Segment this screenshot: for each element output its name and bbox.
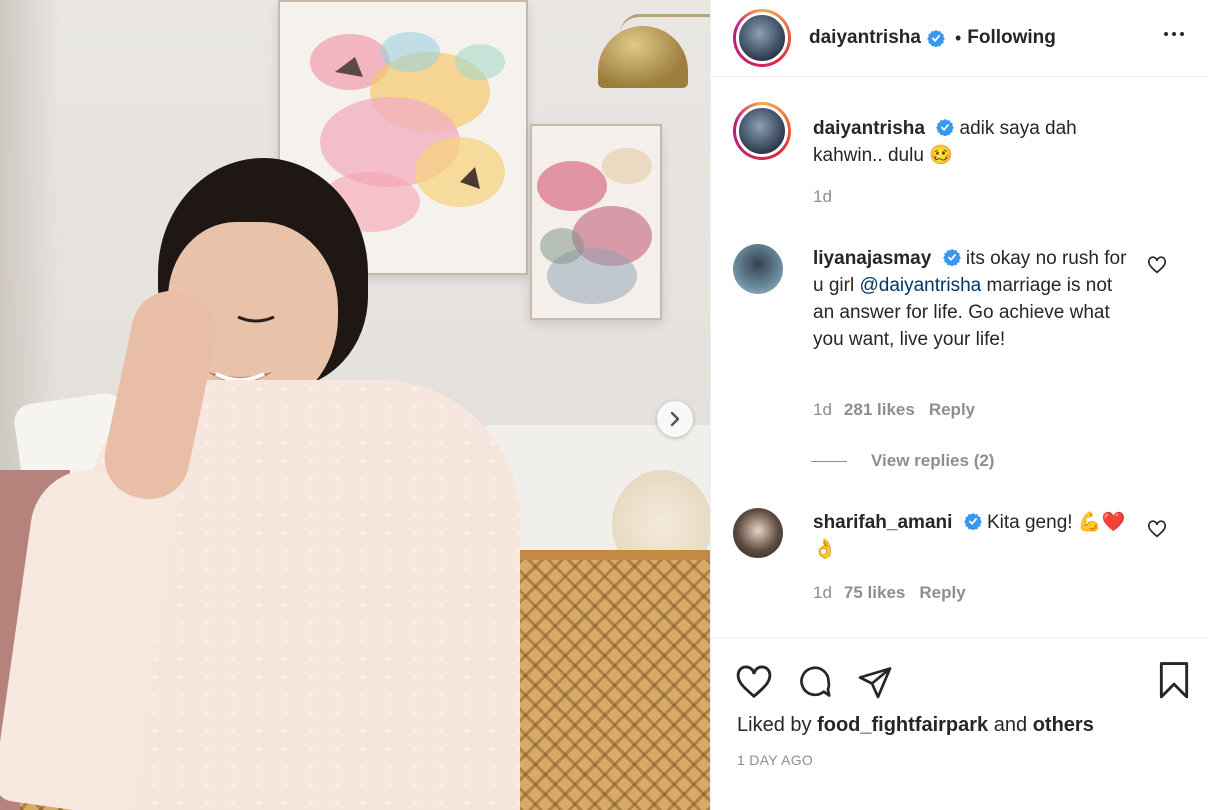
post-photo (0, 0, 710, 810)
verified-icon (942, 248, 961, 266)
save-button[interactable] (1157, 662, 1191, 705)
comment-text: liyanajasmay its okay no rush for u girl… (813, 245, 1138, 353)
comment-age: 1d (813, 583, 832, 602)
replies-line (811, 461, 847, 463)
lamp (598, 26, 688, 88)
verified-icon (927, 29, 945, 47)
post-timestamp: 1 DAY AGO (737, 752, 814, 768)
liked-by-and: and (993, 714, 1028, 736)
liked-by-prefix: Liked by (737, 714, 812, 736)
following-button[interactable]: Following (967, 27, 1056, 49)
reply-button[interactable]: Reply (929, 400, 975, 419)
liked-by-text: Liked by food_fightfairpark and others (737, 714, 1094, 737)
liked-by-others[interactable]: others (1033, 714, 1094, 736)
comment-avatar[interactable] (733, 508, 783, 558)
caption-username[interactable]: daiyantrisha (813, 118, 925, 139)
comment-icon (800, 666, 831, 697)
verified-icon (963, 512, 982, 530)
comment-meta: 1d 75 likes Reply (813, 583, 966, 603)
chevron-right-icon (670, 411, 680, 427)
comment-avatar[interactable] (733, 244, 783, 294)
view-replies-button[interactable]: View replies (2) (811, 451, 994, 471)
caption-text: daiyantrisha adik saya dah kahwin.. dulu… (813, 115, 1138, 169)
more-options-button[interactable] (1162, 22, 1186, 51)
comment-text: sharifah_amani Kita geng! 💪❤️👌 (813, 509, 1138, 563)
comment-age: 1d (813, 400, 832, 419)
reply-button[interactable]: Reply (919, 583, 965, 602)
send-icon (858, 667, 892, 699)
like-comment-button[interactable] (1147, 256, 1167, 279)
like-button[interactable] (735, 664, 773, 705)
separator-dot: • (954, 27, 962, 48)
post-header: daiyantrisha • Following (711, 0, 1208, 77)
more-icon (1164, 32, 1184, 36)
header-user: daiyantrisha • Following (809, 27, 1056, 49)
comment-button[interactable] (797, 664, 833, 705)
avatar[interactable] (733, 9, 791, 67)
heart-icon (1148, 256, 1166, 274)
like-comment-button[interactable] (1147, 520, 1167, 543)
mention-link[interactable]: @daiyantrisha (859, 275, 981, 296)
action-icons (735, 664, 893, 705)
header-username[interactable]: daiyantrisha (809, 27, 921, 49)
comments-list: daiyantrisha adik saya dah kahwin.. dulu… (711, 77, 1208, 637)
comment-username[interactable]: liyanajasmay (813, 248, 931, 269)
post-side-panel: daiyantrisha • Following daiyantrisha ad… (710, 0, 1208, 810)
bookmark-icon (1159, 662, 1189, 699)
comment-meta: 1d 281 likes Reply (813, 400, 975, 420)
comment-likes[interactable]: 281 likes (844, 400, 915, 419)
post-actions: Liked by food_fightfairpark and others 1… (711, 637, 1208, 810)
heart-icon (736, 665, 772, 699)
next-photo-button[interactable] (657, 401, 693, 437)
share-button[interactable] (857, 664, 893, 705)
verified-icon (936, 118, 955, 136)
caption-avatar[interactable] (733, 102, 791, 160)
heart-icon (1148, 520, 1166, 538)
caption-age: 1d (813, 187, 832, 206)
liked-by-user[interactable]: food_fightfairpark (817, 714, 988, 736)
painting-small (530, 124, 662, 320)
comment-username[interactable]: sharifah_amani (813, 512, 952, 533)
comment-likes[interactable]: 75 likes (844, 583, 905, 602)
view-replies-label: View replies (2) (871, 451, 995, 470)
